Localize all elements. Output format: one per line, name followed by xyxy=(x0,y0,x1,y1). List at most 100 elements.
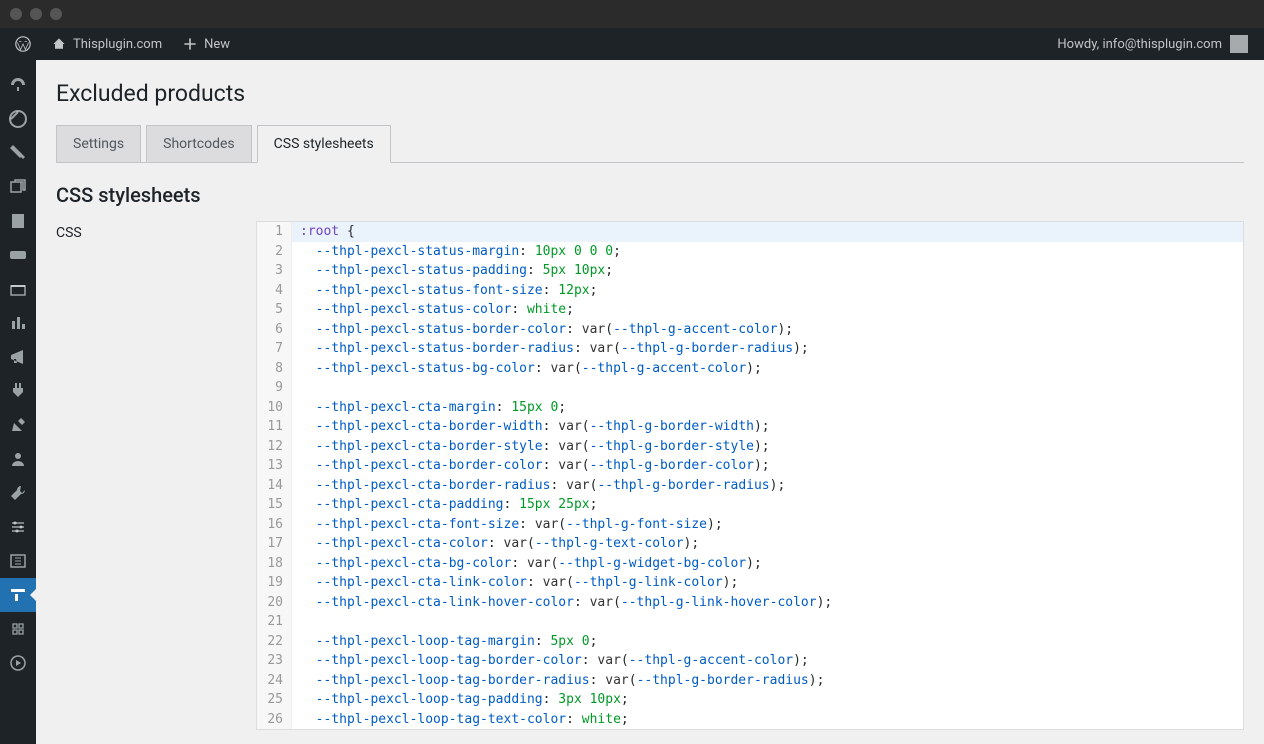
code-content[interactable]: --thpl-pexcl-cta-bg-color: var(--thpl-g-… xyxy=(292,554,762,574)
line-number: 15 xyxy=(257,495,292,515)
code-line[interactable]: 4 --thpl-pexcl-status-font-size: 12px; xyxy=(257,281,1243,301)
new-content-link[interactable]: New xyxy=(175,28,237,60)
account-menu[interactable]: Howdy, info@thisplugin.com xyxy=(1057,35,1256,53)
plus-icon xyxy=(182,36,198,52)
code-content[interactable]: --thpl-pexcl-status-color: white; xyxy=(292,300,574,320)
code-line[interactable]: 17 --thpl-pexcl-cta-color: var(--thpl-g-… xyxy=(257,534,1243,554)
code-content[interactable]: --thpl-pexcl-status-border-color: var(--… xyxy=(292,320,793,340)
sidebar-item-woocommerce[interactable] xyxy=(0,238,36,272)
code-content[interactable]: --thpl-pexcl-cta-border-radius: var(--th… xyxy=(292,476,785,496)
sidebar-item-updates[interactable] xyxy=(0,102,36,136)
code-line[interactable]: 7 --thpl-pexcl-status-border-radius: var… xyxy=(257,339,1243,359)
traffic-light-min[interactable] xyxy=(30,8,42,20)
code-content[interactable]: --thpl-pexcl-loop-tag-margin: 5px 0; xyxy=(292,632,597,652)
code-line[interactable]: 21 xyxy=(257,612,1243,632)
line-number: 4 xyxy=(257,281,292,301)
code-content[interactable]: --thpl-pexcl-cta-border-style: var(--thp… xyxy=(292,437,770,457)
tab-css-stylesheets[interactable]: CSS stylesheets xyxy=(257,125,391,163)
sidebar-item-settings[interactable] xyxy=(0,510,36,544)
code-content[interactable] xyxy=(292,378,308,398)
code-line[interactable]: 12 --thpl-pexcl-cta-border-style: var(--… xyxy=(257,437,1243,457)
code-line[interactable]: 18 --thpl-pexcl-cta-bg-color: var(--thpl… xyxy=(257,554,1243,574)
code-content[interactable]: :root { xyxy=(292,222,355,242)
sidebar-item-plugins[interactable] xyxy=(0,374,36,408)
code-line[interactable]: 3 --thpl-pexcl-status-padding: 5px 10px; xyxy=(257,261,1243,281)
code-content[interactable]: --thpl-pexcl-loop-tag-padding: 3px 10px; xyxy=(292,690,629,710)
code-line[interactable]: 1:root { xyxy=(257,222,1243,242)
code-content[interactable]: --thpl-pexcl-cta-border-color: var(--thp… xyxy=(292,456,770,476)
sidebar-item-appearance[interactable] xyxy=(0,408,36,442)
sidebar-item-media[interactable] xyxy=(0,170,36,204)
sidebar-item-pages[interactable] xyxy=(0,204,36,238)
sidebar-item-extra-1[interactable] xyxy=(0,612,36,646)
line-number: 17 xyxy=(257,534,292,554)
line-number: 7 xyxy=(257,339,292,359)
sidebar-item-analytics[interactable] xyxy=(0,306,36,340)
code-line[interactable]: 5 --thpl-pexcl-status-color: white; xyxy=(257,300,1243,320)
code-content[interactable]: --thpl-pexcl-cta-color: var(--thpl-g-tex… xyxy=(292,534,699,554)
line-number: 25 xyxy=(257,690,292,710)
line-number: 14 xyxy=(257,476,292,496)
howdy-prefix: Howdy, xyxy=(1057,37,1102,52)
page-title: Excluded products xyxy=(56,80,1244,107)
code-content[interactable]: --thpl-pexcl-status-margin: 10px 0 0 0; xyxy=(292,242,621,262)
code-line[interactable]: 20 --thpl-pexcl-cta-link-hover-color: va… xyxy=(257,593,1243,613)
code-content[interactable]: --thpl-pexcl-cta-border-width: var(--thp… xyxy=(292,417,770,437)
tab-settings[interactable]: Settings xyxy=(56,125,141,162)
sidebar-item-tools[interactable] xyxy=(0,476,36,510)
code-line[interactable]: 10 --thpl-pexcl-cta-margin: 15px 0; xyxy=(257,398,1243,418)
line-number: 22 xyxy=(257,632,292,652)
code-line[interactable]: 25 --thpl-pexcl-loop-tag-padding: 3px 10… xyxy=(257,690,1243,710)
traffic-light-close[interactable] xyxy=(10,8,22,20)
code-content[interactable]: --thpl-pexcl-cta-link-color: var(--thpl-… xyxy=(292,573,738,593)
code-line[interactable]: 2 --thpl-pexcl-status-margin: 10px 0 0 0… xyxy=(257,242,1243,262)
line-number: 1 xyxy=(257,222,292,242)
code-content[interactable]: --thpl-pexcl-loop-tag-border-color: var(… xyxy=(292,651,809,671)
sidebar-item-posts[interactable] xyxy=(0,136,36,170)
code-content[interactable]: --thpl-pexcl-status-bg-color: var(--thpl… xyxy=(292,359,762,379)
wp-logo-menu[interactable] xyxy=(8,28,38,60)
code-content[interactable]: --thpl-pexcl-loop-tag-border-radius: var… xyxy=(292,671,824,691)
code-line[interactable]: 6 --thpl-pexcl-status-border-color: var(… xyxy=(257,320,1243,340)
new-label: New xyxy=(204,37,230,52)
code-line[interactable]: 13 --thpl-pexcl-cta-border-color: var(--… xyxy=(257,456,1243,476)
code-line[interactable]: 26 --thpl-pexcl-loop-tag-text-color: whi… xyxy=(257,710,1243,730)
code-line[interactable]: 24 --thpl-pexcl-loop-tag-border-radius: … xyxy=(257,671,1243,691)
sidebar-item-dashboard[interactable] xyxy=(0,68,36,102)
site-name-link[interactable]: Thisplugin.com xyxy=(44,28,169,60)
content-area: Excluded products SettingsShortcodesCSS … xyxy=(36,60,1264,744)
css-code-editor[interactable]: 1:root {2 --thpl-pexcl-status-margin: 10… xyxy=(256,221,1244,730)
code-content[interactable]: --thpl-pexcl-cta-link-hover-color: var(-… xyxy=(292,593,832,613)
code-line[interactable]: 22 --thpl-pexcl-loop-tag-margin: 5px 0; xyxy=(257,632,1243,652)
traffic-light-max[interactable] xyxy=(50,8,62,20)
sidebar-item-thisplugin[interactable] xyxy=(0,578,36,612)
code-line[interactable]: 19 --thpl-pexcl-cta-link-color: var(--th… xyxy=(257,573,1243,593)
tab-shortcodes[interactable]: Shortcodes xyxy=(146,125,252,162)
admin-sidebar xyxy=(0,60,36,744)
code-line[interactable]: 23 --thpl-pexcl-loop-tag-border-color: v… xyxy=(257,651,1243,671)
sidebar-item-users[interactable] xyxy=(0,442,36,476)
code-content[interactable]: --thpl-pexcl-cta-padding: 15px 25px; xyxy=(292,495,597,515)
code-content[interactable]: --thpl-pexcl-cta-margin: 15px 0; xyxy=(292,398,566,418)
sidebar-item-marketing[interactable] xyxy=(0,340,36,374)
code-line[interactable]: 14 --thpl-pexcl-cta-border-radius: var(-… xyxy=(257,476,1243,496)
code-line[interactable]: 15 --thpl-pexcl-cta-padding: 15px 25px; xyxy=(257,495,1243,515)
wordpress-icon xyxy=(15,36,31,52)
sidebar-item-extra-2[interactable] xyxy=(0,646,36,680)
code-content[interactable]: --thpl-pexcl-cta-font-size: var(--thpl-g… xyxy=(292,515,723,535)
home-icon xyxy=(51,36,67,52)
code-content[interactable]: --thpl-pexcl-loop-tag-text-color: white; xyxy=(292,710,629,730)
line-number: 3 xyxy=(257,261,292,281)
code-line[interactable]: 9 xyxy=(257,378,1243,398)
code-line[interactable]: 11 --thpl-pexcl-cta-border-width: var(--… xyxy=(257,417,1243,437)
code-line[interactable]: 16 --thpl-pexcl-cta-font-size: var(--thp… xyxy=(257,515,1243,535)
code-line[interactable]: 8 --thpl-pexcl-status-bg-color: var(--th… xyxy=(257,359,1243,379)
sidebar-item-elementor[interactable] xyxy=(0,544,36,578)
code-content[interactable]: --thpl-pexcl-status-font-size: 12px; xyxy=(292,281,597,301)
code-content[interactable] xyxy=(292,612,308,632)
line-number: 8 xyxy=(257,359,292,379)
line-number: 24 xyxy=(257,671,292,691)
code-content[interactable]: --thpl-pexcl-status-padding: 5px 10px; xyxy=(292,261,613,281)
sidebar-item-products[interactable] xyxy=(0,272,36,306)
code-content[interactable]: --thpl-pexcl-status-border-radius: var(-… xyxy=(292,339,809,359)
